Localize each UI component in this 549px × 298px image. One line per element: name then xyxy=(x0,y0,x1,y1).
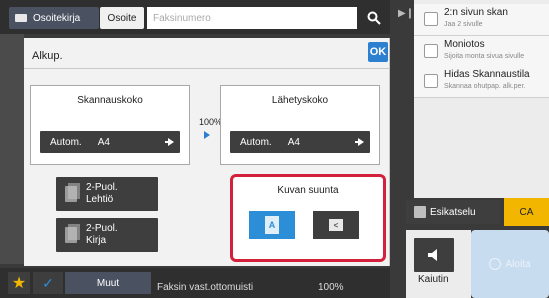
panel-title: Alkup. xyxy=(32,50,63,62)
clear-all-button[interactable]: CA xyxy=(504,198,549,226)
option-title: Moniotos xyxy=(444,39,485,50)
portrait-page-icon: A xyxy=(265,216,279,234)
start-label: Aloita xyxy=(505,258,531,270)
scan-size-group: Skannauskoko Autom. A4 xyxy=(30,85,190,165)
checkbox[interactable] xyxy=(424,44,438,58)
duplex-book-label: 2-Puol. Kirja xyxy=(86,223,118,246)
scan-size-select[interactable]: Autom. A4 xyxy=(40,131,180,153)
option-title: 2:n sivun skan xyxy=(444,7,508,18)
others-button[interactable]: Muut xyxy=(65,272,151,294)
option-item-2-page-scan[interactable]: 2:n sivun skan Jaa 2 sivulle xyxy=(414,4,549,36)
send-size-title: Lähetyskoko xyxy=(271,95,329,106)
duplex-book-button[interactable]: 2-Puol. Kirja xyxy=(56,218,158,252)
search-icon xyxy=(367,11,381,25)
favorite-button[interactable]: ★ xyxy=(8,272,30,294)
addressbook-button[interactable]: Osoitekirja xyxy=(9,7,99,29)
original-settings-panel: Alkup. OK Skannauskoko Autom. A4 100% Lä… xyxy=(24,38,390,266)
send-size-value: A4 xyxy=(287,136,300,148)
start-button[interactable]: Aloita xyxy=(471,230,549,298)
scan-size-value: A4 xyxy=(97,136,110,148)
option-item-multishot[interactable]: Moniotos Sijoita monta sivua sivulle xyxy=(414,36,549,68)
send-size-select[interactable]: Autom. A4 xyxy=(230,131,370,153)
addressbook-label: Osoitekirja xyxy=(33,12,81,24)
orientation-portrait-button[interactable]: A xyxy=(249,211,295,239)
ratio-value: 100% xyxy=(199,117,223,127)
confirm-button[interactable]: ✓ xyxy=(33,272,63,294)
scan-size-title: Skannauskoko xyxy=(77,95,143,106)
search-button[interactable] xyxy=(362,6,386,30)
right-options-panel: 2:n sivun skan Jaa 2 sivulle Moniotos Si… xyxy=(414,0,549,198)
checkbox[interactable] xyxy=(424,74,438,88)
panel-toggle-icon[interactable]: ▶❙ xyxy=(398,8,414,19)
option-subtitle: Sijoita monta sivua sivulle xyxy=(444,53,525,60)
duplex-tablet-button[interactable]: 2-Puol. Lehtiö xyxy=(56,177,158,211)
option-subtitle: Skannaa ohutpap. alk.per. xyxy=(444,83,526,90)
scan-size-mode: Autom. xyxy=(50,136,82,148)
orientation-landscape-button[interactable]: < xyxy=(313,211,359,239)
address-button[interactable]: Osoite xyxy=(100,7,144,29)
option-item-slow-scan[interactable]: Hidas Skannaustila Skannaa ohutpap. alk.… xyxy=(414,66,549,98)
preview-label: Esikatselu xyxy=(430,206,476,218)
speaker-button[interactable] xyxy=(414,238,454,272)
arrow-right-icon xyxy=(165,138,174,146)
arrow-right-icon xyxy=(355,138,364,146)
check-icon: ✓ xyxy=(42,274,54,291)
duplex-tablet-label: 2-Puol. Lehtiö xyxy=(86,182,118,205)
start-icon xyxy=(489,258,502,270)
speaker-icon xyxy=(428,249,437,261)
duplex-paper-icon xyxy=(65,183,80,202)
option-subtitle: Jaa 2 sivulle xyxy=(444,21,483,28)
fax-memory-label: Faksin vast.ottomuisti xyxy=(157,282,254,293)
left-strip xyxy=(0,34,24,264)
speaker-label: Kaiutin xyxy=(418,274,449,285)
top-bar: Osoitekirja Osoite Faksinumero xyxy=(0,0,390,34)
addressbook-icon xyxy=(15,14,27,22)
divider xyxy=(24,68,390,69)
ok-button[interactable]: OK xyxy=(368,42,388,62)
send-size-mode: Autom. xyxy=(240,136,272,148)
fax-memory-value: 100% xyxy=(318,282,344,293)
send-size-group: Lähetyskoko Autom. A4 xyxy=(220,85,380,165)
option-title: Hidas Skannaustila xyxy=(444,69,530,80)
star-icon: ★ xyxy=(11,275,27,292)
image-orientation-group: Kuvan suunta A < xyxy=(230,174,386,262)
fax-number-field[interactable]: Faksinumero xyxy=(147,7,357,29)
preview-icon xyxy=(414,206,426,218)
preview-button[interactable]: Esikatselu xyxy=(406,200,500,224)
landscape-page-icon: < xyxy=(329,219,343,231)
duplex-paper-icon xyxy=(65,224,80,243)
checkbox[interactable] xyxy=(424,12,438,26)
bottom-bar: ★ ✓ Muut Faksin vast.ottomuisti 100% xyxy=(0,268,390,298)
image-orientation-title: Kuvan suunta xyxy=(277,185,339,196)
play-arrow-icon xyxy=(204,131,210,139)
